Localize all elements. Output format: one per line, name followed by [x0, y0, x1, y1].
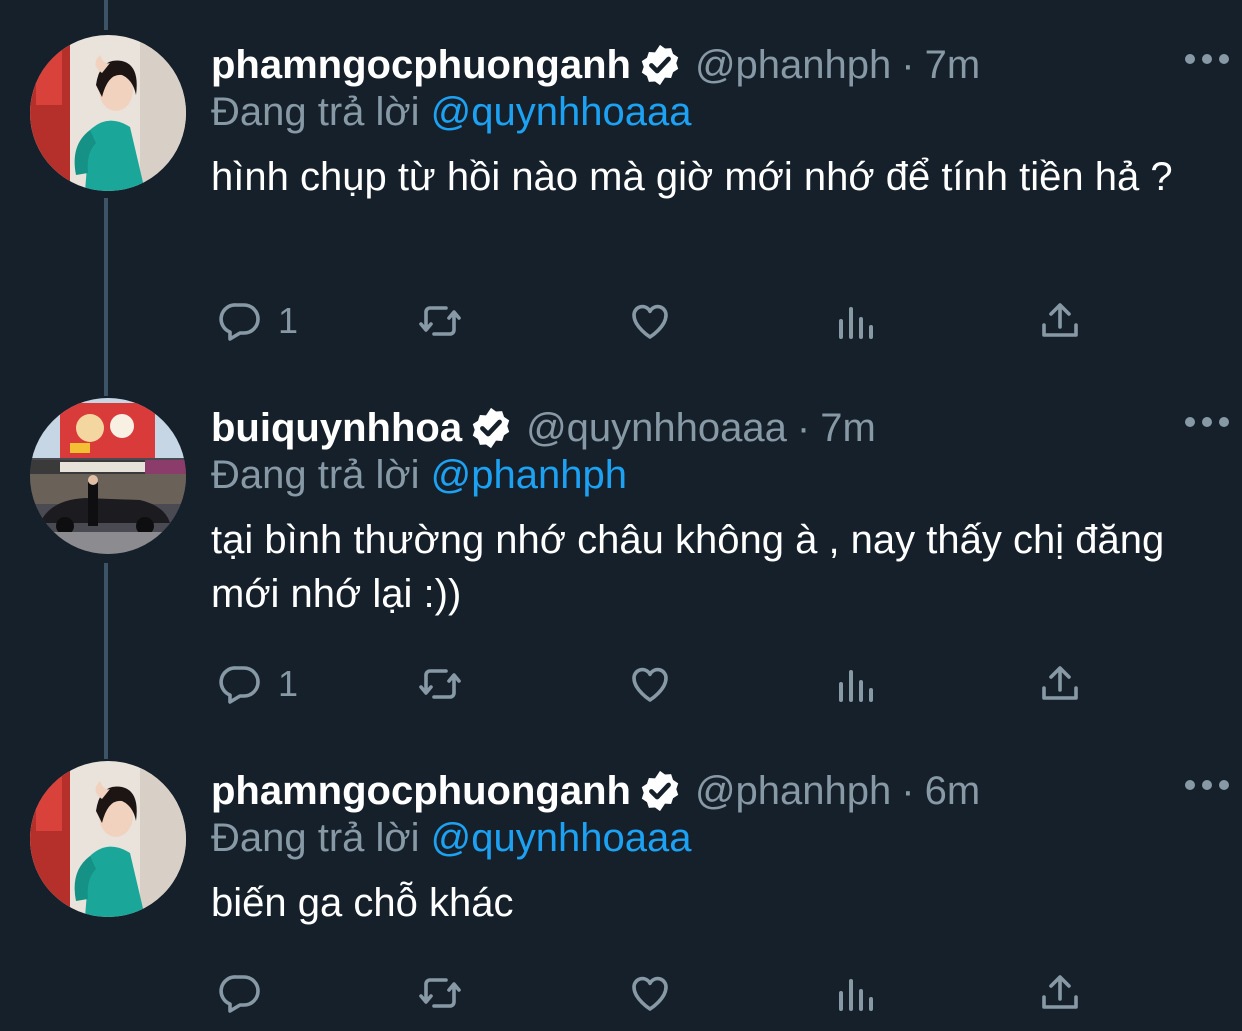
author-handle[interactable]: @phanhph [695, 43, 891, 88]
separator-dot: · [901, 768, 915, 813]
reply-count: 1 [278, 663, 299, 704]
analytics-button[interactable] [831, 660, 879, 708]
avatar-phamngocphuonganh[interactable] [30, 761, 186, 917]
heart-icon [632, 667, 668, 702]
tweet-actions: 1 [211, 297, 1111, 357]
analytics-button[interactable] [831, 297, 879, 345]
woman-in-teal-dress-avatar [30, 35, 186, 191]
tweet-actions [211, 969, 1111, 1029]
analytics-icon [839, 670, 873, 702]
reply-thread: phamngocphuonganh @phanhph · 7m Đang trả… [0, 0, 1242, 1031]
retweet-icon [419, 306, 461, 336]
replying-to-line: Đang trả lời @phanhph [211, 453, 1182, 509]
avatar-phamngocphuonganh[interactable] [30, 35, 186, 191]
replying-to-line: Đang trả lời @quynhhoaaa [211, 90, 1182, 146]
replying-to-line: Đang trả lời @quynhhoaaa [211, 816, 1182, 872]
avatar-buiquynhhoa[interactable] [30, 398, 186, 554]
woman-in-teal-dress-avatar [30, 761, 186, 917]
author-name[interactable]: buiquynhhoa [211, 406, 462, 451]
share-button[interactable] [1036, 660, 1084, 708]
author-handle[interactable]: @phanhph [695, 769, 891, 814]
like-button[interactable] [626, 969, 674, 1017]
verified-badge-icon [641, 770, 679, 812]
reply-button[interactable] [216, 969, 278, 1017]
replying-to-prefix: Đang trả lời [211, 816, 420, 860]
thread-connector-line [104, 198, 108, 396]
street-storefront-avatar [30, 398, 186, 554]
timestamp[interactable]: 6m [925, 769, 981, 814]
reply-count: 1 [278, 300, 299, 341]
thread-connector-line [104, 563, 108, 759]
tweet-text: tại bình thường nhớ châu không à , nay t… [211, 518, 1165, 616]
author-name[interactable]: phamngocphuonganh [211, 769, 631, 814]
retweet-button[interactable] [416, 297, 464, 345]
tweet-text: biến ga chỗ khác [211, 881, 514, 925]
author-handle[interactable]: @quynhhoaaa [526, 406, 787, 451]
author-name[interactable]: phamngocphuonganh [211, 43, 631, 88]
thread-connector-line [104, 0, 108, 30]
more-options-icon[interactable] [1182, 49, 1232, 69]
tweet-actions: 1 [211, 660, 1111, 720]
retweet-icon [419, 669, 461, 699]
heart-icon [632, 304, 668, 339]
retweet-button[interactable] [416, 969, 464, 1017]
timestamp[interactable]: 7m [820, 406, 876, 451]
reply-icon [219, 666, 260, 704]
retweet-icon [419, 978, 461, 1008]
share-button[interactable] [1036, 969, 1084, 1017]
heart-icon [632, 976, 668, 1011]
share-icon [1042, 666, 1078, 700]
share-icon [1042, 975, 1078, 1009]
analytics-icon [839, 307, 873, 339]
reply-icon [219, 303, 260, 341]
replying-to-mention[interactable]: @quynhhoaaa [431, 90, 692, 134]
replying-to-mention[interactable]: @phanhph [431, 453, 627, 497]
verified-badge-icon [472, 407, 510, 449]
share-button[interactable] [1036, 297, 1084, 345]
retweet-button[interactable] [416, 660, 464, 708]
reply-button[interactable]: 1 [216, 660, 298, 708]
replying-to-mention[interactable]: @quynhhoaaa [431, 816, 692, 860]
more-options-icon[interactable] [1182, 775, 1232, 795]
like-button[interactable] [626, 297, 674, 345]
more-options-icon[interactable] [1182, 412, 1232, 432]
analytics-button[interactable] [831, 969, 879, 1017]
replying-to-prefix: Đang trả lời [211, 453, 420, 497]
share-icon [1042, 303, 1078, 337]
separator-dot: · [796, 405, 811, 450]
tweet-text: hình chụp từ hồi nào mà giờ mới nhớ để t… [211, 155, 1173, 199]
like-button[interactable] [626, 660, 674, 708]
analytics-icon [839, 979, 873, 1011]
verified-badge-icon [641, 44, 679, 86]
reply-button[interactable]: 1 [216, 297, 298, 345]
replying-to-prefix: Đang trả lời [211, 90, 420, 134]
separator-dot: · [901, 42, 915, 87]
reply-icon [219, 975, 260, 1013]
timestamp[interactable]: 7m [925, 43, 981, 88]
